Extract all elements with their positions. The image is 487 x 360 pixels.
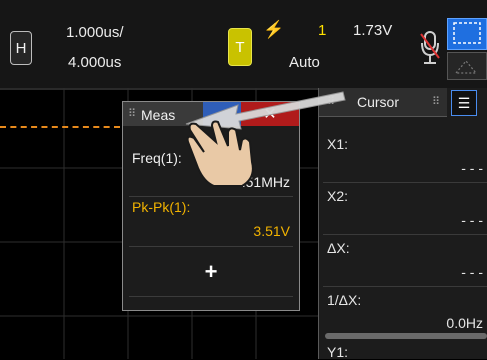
zoom-triangle-icon	[454, 60, 478, 74]
top-toolbar: H 1.000us/ 4.000us T ⚡ 1 1.73V Auto	[0, 0, 487, 88]
cursor-x1-label: X1:	[327, 136, 349, 152]
horizontal-delay[interactable]: 4.000us	[68, 54, 121, 71]
select-region-button[interactable]	[447, 18, 487, 50]
pkpk-value: 3.51V	[253, 223, 290, 239]
cursor-dx-label: ΔX:	[327, 240, 350, 256]
selection-box-icon	[453, 22, 481, 44]
voice-icon[interactable]	[418, 28, 442, 68]
divider	[129, 246, 293, 247]
divider	[129, 296, 293, 297]
divider	[323, 182, 487, 183]
cursor-inv-dx-value: 0.0Hz	[446, 315, 483, 331]
tab-cursor[interactable]: ⠿ Cursor ⠿	[319, 88, 447, 117]
divider	[129, 196, 293, 197]
divider	[323, 286, 487, 287]
trigger-button[interactable]: T	[228, 28, 252, 66]
freq-label: Freq(1):	[132, 150, 182, 166]
cursor-x2-value[interactable]: - - -	[461, 212, 483, 228]
scroll-separator	[325, 333, 487, 339]
cursor-inv-dx-label: 1/ΔX:	[327, 292, 362, 308]
tab-list-icon[interactable]: ☰	[451, 90, 477, 116]
time-per-div[interactable]: 1.000us/	[66, 24, 124, 41]
trigger-edge-icon: ⚡	[263, 20, 285, 39]
trigger-source: 1	[318, 22, 327, 39]
cursor-x2-label: X2:	[327, 188, 349, 204]
add-measurement-button[interactable]: +	[129, 252, 293, 292]
drag-grip-icon[interactable]: ⠿	[327, 95, 335, 108]
cursor-dx-value: - - -	[461, 264, 483, 280]
touch-mode-button[interactable]	[447, 52, 487, 80]
cursor-x1-value[interactable]: - - -	[461, 160, 483, 176]
trigger-level-marker	[0, 126, 120, 128]
cursor-y1-label: Y1:	[327, 344, 349, 360]
horizontal-button[interactable]: H	[10, 31, 32, 65]
pkpk-label: Pk-Pk(1):	[132, 199, 191, 215]
drag-grip-icon[interactable]: ⠿	[432, 95, 440, 108]
touch-hand-icon	[186, 120, 254, 187]
cursor-tab-label: Cursor	[357, 94, 400, 110]
trigger-mode: Auto	[289, 54, 320, 71]
cursor-panel[interactable]: ⠿ Cursor ⠿ ☰ X1: - - - X2: - - - ΔX: - -…	[318, 88, 487, 360]
drag-grip-icon[interactable]: ⠿	[128, 107, 136, 120]
meas-title: Meas	[141, 107, 176, 123]
divider	[323, 234, 487, 235]
trigger-level: 1.73V	[353, 22, 393, 39]
